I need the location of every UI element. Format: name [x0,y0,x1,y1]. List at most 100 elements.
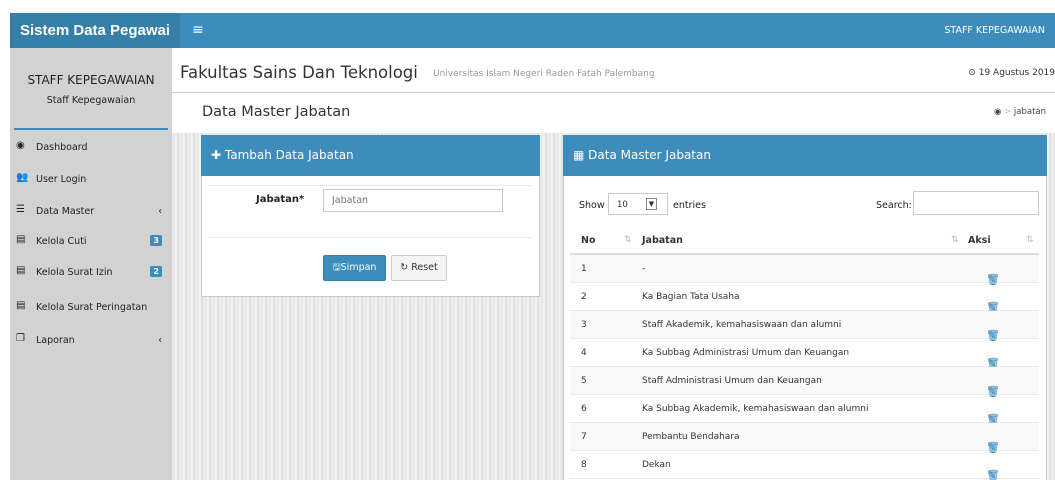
sort-icon[interactable]: ⇅ [1026,235,1034,245]
sort-icon[interactable]: ⇅ [951,235,959,245]
notification-badge: 2 [150,266,162,277]
sidebar-item-data-master[interactable]: ☰ Data Master ‹ [16,201,166,223]
add-jabatan-box: ✚ Tambah Data Jabatan Jabatan* 🖫Simpan ↻… [201,135,540,297]
cell-no: 7 [581,432,587,442]
list-icon: ☰ [16,204,25,215]
cell-jabatan: Ka Subbag Akademik, kemahasiswaan dan al… [642,404,869,414]
sidebar-item-user-login[interactable]: 👥 User Login [16,169,166,191]
save-button[interactable]: 🖫Simpan [323,255,386,281]
cell-no: 8 [581,460,587,470]
show-label: Show [579,200,605,211]
sidebar-item-label: User Login [36,174,87,185]
table-row: 7 Pembantu Bendahara ✎ 🗑 [570,423,1039,454]
trash-icon[interactable]: 🗑 [986,469,1000,480]
jabatan-table-header: ▦ Data Master Jabatan [563,135,1047,176]
cell-jabatan: Staff Akademik, kemahasiswaan dan alumni [642,320,842,330]
sidebar-item-label: Data Master [36,206,95,217]
reset-label: Reset [411,262,438,273]
form-divider [208,185,533,186]
clock-icon: ⊙ [968,68,976,78]
sidebar-item-kelola-surat-izin[interactable]: ▤ Kelola Surat Izin 2 [16,262,166,284]
table-row: 4 Ka Subbag Administrasi Umum dan Keuang… [570,339,1039,370]
copy-icon: ❐ [16,333,25,344]
save-label: Simpan [340,262,377,273]
entries-label: entries [673,200,706,211]
column-header-no[interactable]: No [581,235,595,246]
breadcrumb-separator: > [1004,107,1012,117]
table-icon: ▤ [16,300,26,311]
app-brand[interactable]: Sistem Data Pegawai [10,13,180,48]
sidebar-item-dashboard[interactable]: ◉ Dashboard [16,137,166,159]
jabatan-table-title: Data Master Jabatan [588,148,711,162]
dashboard-icon[interactable]: ◉ [994,107,1001,117]
jabatan-input[interactable] [323,189,503,212]
cell-jabatan: Pembantu Bendahara [642,432,740,442]
date-display: ⊙ 19 Agustus 2019 [968,68,1055,78]
sidebar-item-kelola-surat-peringatan[interactable]: ▤ Kelola Surat Peringatan [16,297,166,319]
sort-asc-icon[interactable]: ⇅ [624,235,632,245]
cell-jabatan: Ka Bagian Tata Usaha [642,292,740,302]
table-icon: ▦ [573,148,585,162]
page-title: Fakultas Sains Dan Teknologi [180,63,418,82]
plus-icon: ✚ [211,148,222,162]
jabatan-label: Jabatan* [256,194,305,205]
page-length-value: 10 [617,200,628,210]
add-jabatan-header: ✚ Tambah Data Jabatan [201,135,540,176]
chevron-left-icon: ‹ [158,206,162,217]
navbar: Sistem Data Pegawai ≡ STAFF KEPEGAWAIAN [10,13,1055,48]
refresh-icon: ↻ [400,262,409,273]
breadcrumb-current: jabatan [1013,107,1046,117]
search-label: Search: [876,200,912,211]
cell-no: 4 [581,348,587,358]
sidebar: STAFF KEPEGAWAIAN Staff Kepegawaian ◉ Da… [10,48,172,480]
date-text: 19 Agustus 2019 [978,68,1055,78]
table-header-row: No ⇅ Jabatan ⇅ Aksi ⇅ [570,225,1039,255]
reset-button[interactable]: ↻ Reset [391,255,447,281]
table-row: 5 Staff Administrasi Umum dan Keuangan ✎… [570,367,1039,398]
dashboard-icon: ◉ [16,140,25,151]
sidebar-divider [14,128,168,130]
cell-jabatan: Ka Subbag Administrasi Umum dan Keuangan [642,348,850,358]
search-input[interactable] [913,191,1039,215]
sidebar-user-name: STAFF KEPEGAWAIAN [27,73,155,87]
page-header: Fakultas Sains Dan Teknologi Universitas… [172,48,1055,92]
table-row: 3 Staff Akademik, kemahasiswaan dan alum… [570,311,1039,342]
jabatan-table-box: ▦ Data Master Jabatan Show 10 ▼ entries … [563,135,1047,480]
sidebar-item-label: Kelola Surat Izin [36,267,113,278]
cell-jabatan: Staff Administrasi Umum dan Keuangan [642,376,822,386]
sidebar-item-label: Kelola Surat Peringatan [36,302,148,313]
breadcrumb: ◉ > jabatan [994,107,1046,117]
column-header-aksi[interactable]: Aksi [968,235,991,246]
content-header: Data Master Jabatan ◉ > jabatan [172,93,1055,133]
add-jabatan-title: Tambah Data Jabatan [224,148,354,162]
cell-no: 5 [581,376,587,386]
chevron-down-icon: ▼ [646,198,657,210]
cell-no: 2 [581,292,587,302]
sidebar-item-label: Laporan [36,335,75,346]
cell-jabatan: - [642,264,646,274]
page-subtitle: Universitas Islam Negeri Raden Fatah Pal… [433,69,655,79]
table-row: 1 - ✎ 🗑 [570,255,1039,286]
table-row: 6 Ka Subbag Akademik, kemahasiswaan dan … [570,395,1039,426]
save-icon: 🖫 [332,262,341,273]
table-icon: ▤ [16,234,26,245]
cell-jabatan: Dekan [642,460,671,470]
sidebar-item-label: Dashboard [36,142,88,153]
sidebar-user-role: Staff Kepegawaian [46,95,136,106]
column-header-jabatan[interactable]: Jabatan [642,235,683,246]
hamburger-icon[interactable]: ≡ [192,13,204,48]
table-row: 2 Ka Bagian Tata Usaha ✎ 🗑 [570,283,1039,314]
user-menu[interactable]: STAFF KEPEGAWAIAN [944,13,1045,48]
sidebar-item-kelola-cuti[interactable]: ▤ Kelola Cuti 3 [16,231,166,253]
content-title: Data Master Jabatan [202,104,351,120]
table-icon: ▤ [16,265,26,276]
content-area: Fakultas Sains Dan Teknologi Universitas… [172,48,1055,480]
cell-no: 1 [581,264,587,274]
cell-no: 3 [581,320,587,330]
page-length-select[interactable]: 10 ▼ [608,193,668,215]
cell-no: 6 [581,404,587,414]
sidebar-item-laporan[interactable]: ❐ Laporan ‹ [16,330,166,352]
form-divider [208,237,533,238]
table-row: 8 Dekan ✎ 🗑 [570,451,1039,480]
users-icon: 👥 [16,172,29,183]
